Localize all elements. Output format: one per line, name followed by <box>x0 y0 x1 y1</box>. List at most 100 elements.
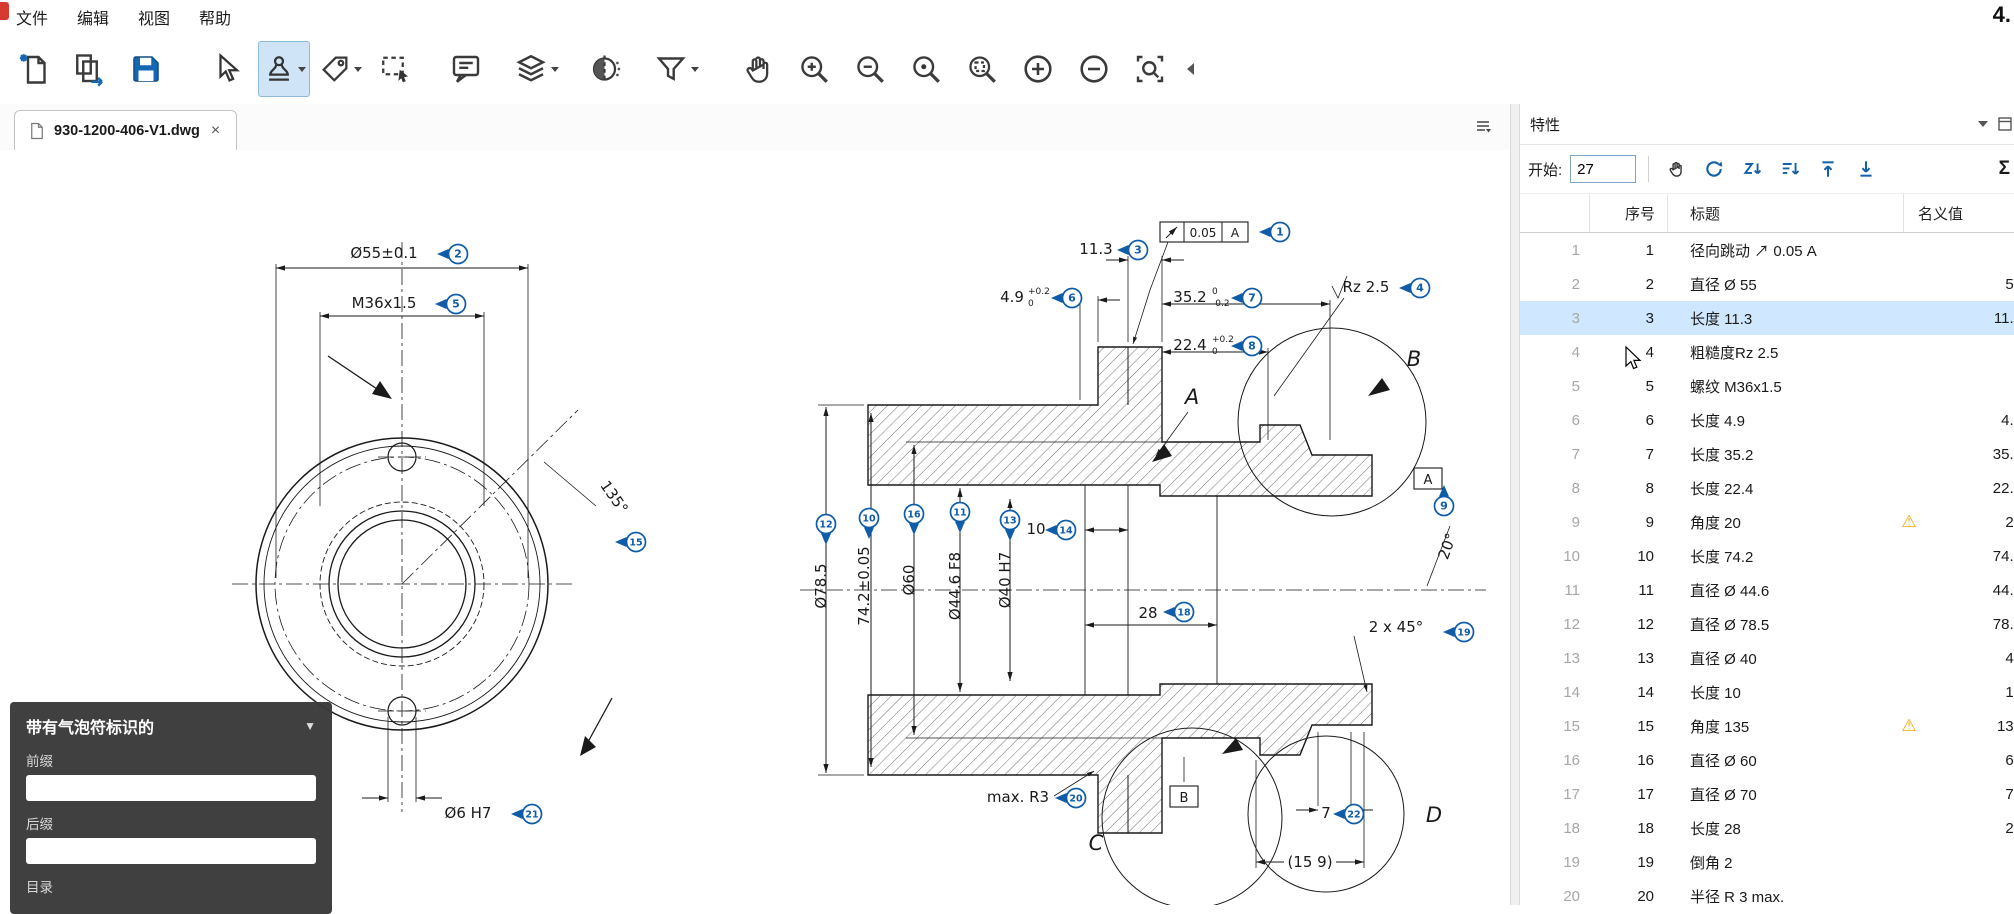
row-number: 7 <box>1590 446 1668 463</box>
pan-hand-small-button[interactable] <box>1661 154 1691 184</box>
prefix-input[interactable] <box>26 775 316 801</box>
document-tab[interactable]: 930-1200-406-V1.dwg × <box>14 110 237 151</box>
row-title: 长度 10 <box>1668 682 1894 703</box>
suffix-input[interactable] <box>26 838 316 864</box>
table-row[interactable]: 7 7 长度 35.2 ⚠ 35.2 <box>1520 437 2014 471</box>
mirror-compare-button[interactable] <box>580 41 632 97</box>
balloon-13[interactable]: 13 <box>1001 511 1020 542</box>
new-document-button[interactable] <box>8 41 60 97</box>
table-row[interactable]: 10 10 长度 74.2 ⚠ 74.2 <box>1520 539 2014 573</box>
menu-help[interactable]: 帮助 <box>199 1 246 33</box>
zoom-in-button[interactable] <box>788 41 840 97</box>
balloon-18[interactable]: 18 <box>1163 603 1194 622</box>
increase-button[interactable] <box>1012 41 1064 97</box>
balloon-4[interactable]: 4 <box>1399 279 1430 298</box>
drawing-canvas[interactable]: Ø55±0.1M36x1.5135°Ø6 H711.34.9+0.2035.20… <box>0 150 1510 905</box>
pan-hand-button[interactable] <box>732 41 784 97</box>
table-row[interactable]: 17 17 直径 Ø 70 ⚠ 70 <box>1520 777 2014 811</box>
dimension-text: 35.2 <box>1173 288 1206 306</box>
table-row[interactable]: 15 15 角度 135 ⚠ 135 <box>1520 709 2014 743</box>
balloon-6[interactable]: 6 <box>1051 289 1082 308</box>
balloon-1[interactable]: 1 <box>1259 223 1290 242</box>
balloon-16[interactable]: 16 <box>905 505 924 536</box>
layers-button[interactable] <box>510 41 562 97</box>
balloon-2[interactable]: 2 <box>437 245 468 264</box>
save-button[interactable] <box>120 41 172 97</box>
row-index: 14 <box>1520 684 1590 701</box>
comment-button[interactable] <box>440 41 492 97</box>
table-row[interactable]: 9 9 角度 20 ⚠ 20 <box>1520 505 2014 539</box>
table-row[interactable]: 14 14 长度 10 ⚠ 10 <box>1520 675 2014 709</box>
tab-close-button[interactable]: × <box>209 122 222 140</box>
zoom-window-button[interactable] <box>956 41 1008 97</box>
balloon-11[interactable]: 11 <box>951 503 970 534</box>
balloon-stamp-button[interactable] <box>258 41 310 97</box>
table-row[interactable]: 18 18 长度 28 ⚠ 28 <box>1520 811 2014 845</box>
table-row[interactable]: 20 20 半径 R 3 max. ⚠ <box>1520 879 2014 905</box>
tag-button[interactable] <box>314 41 366 97</box>
marquee-select-button[interactable] <box>370 41 422 97</box>
dock-icon[interactable] <box>1998 117 2012 131</box>
balloon-22[interactable]: 22 <box>1333 805 1364 824</box>
table-row[interactable]: 12 12 直径 Ø 78.5 ⚠ 78.5 <box>1520 607 2014 641</box>
table-row[interactable]: 1 1 径向跳动 ↗ 0.05 A ⚠ <box>1520 233 2014 267</box>
balloon-arrow-icon <box>1399 283 1411 293</box>
move-top-button[interactable] <box>1813 154 1843 184</box>
balloon-arrow-icon <box>1333 809 1345 819</box>
menu-edit[interactable]: 编辑 <box>77 1 124 33</box>
column-header-nominal[interactable]: 名义值 <box>1903 194 1963 232</box>
row-title: 直径 Ø 60 <box>1668 750 1894 771</box>
balloon-12[interactable]: 12 <box>817 515 836 546</box>
balloon-10[interactable]: 10 <box>860 509 879 540</box>
row-number: 11 <box>1590 582 1668 599</box>
row-index: 8 <box>1520 480 1590 497</box>
table-row[interactable]: 2 2 直径 Ø 55 ⚠ 55 <box>1520 267 2014 301</box>
balloon-20[interactable]: 20 <box>1055 789 1086 808</box>
panel-splitter[interactable] <box>1510 104 1520 905</box>
select-arrow-button[interactable] <box>202 41 254 97</box>
balloon-9[interactable]: 9 <box>1435 485 1454 516</box>
table-row[interactable]: 13 13 直径 Ø 40 ⚠ 40 <box>1520 641 2014 675</box>
chevron-down-icon[interactable] <box>1978 120 1988 128</box>
start-number-input[interactable] <box>1570 155 1636 183</box>
open-document-button[interactable] <box>64 41 116 97</box>
svg-text:10: 10 <box>862 514 876 525</box>
sort-list-button[interactable] <box>1775 154 1805 184</box>
chevron-down-icon[interactable]: ▼ <box>304 719 316 733</box>
menu-file[interactable]: 文件 <box>16 1 63 33</box>
zoom-out-button[interactable] <box>844 41 896 97</box>
row-title: 长度 28 <box>1668 818 1894 839</box>
table-row[interactable]: 16 16 直径 Ø 60 ⚠ 60 <box>1520 743 2014 777</box>
dimension-text: 22.4 <box>1173 336 1206 354</box>
toolbar-collapse-button[interactable] <box>1180 41 1202 97</box>
balloon-3[interactable]: 3 <box>1117 241 1148 260</box>
table-row[interactable]: 19 19 倒角 2 ⚠ 2 <box>1520 845 2014 879</box>
sum-symbol[interactable]: Σ <box>1999 158 2010 180</box>
balloon-21[interactable]: 21 <box>511 805 542 824</box>
balloon-19[interactable]: 19 <box>1443 623 1474 642</box>
balloon-5[interactable]: 5 <box>435 295 466 314</box>
table-row[interactable]: 5 5 螺纹 M36x1.5 ⚠ <box>1520 369 2014 403</box>
zoom-point-button[interactable] <box>900 41 952 97</box>
renumber-refresh-button[interactable] <box>1699 154 1729 184</box>
menu-view[interactable]: 视图 <box>138 1 185 33</box>
row-title: 长度 22.4 <box>1668 478 1894 499</box>
balloon-14[interactable]: 14 <box>1045 521 1076 540</box>
balloon-8[interactable]: 8 <box>1231 337 1262 356</box>
table-row[interactable]: 3 3 长度 11.3 ⚠ 11.3 <box>1520 301 2014 335</box>
table-row[interactable]: 11 11 直径 Ø 44.6 ⚠ 44.6 <box>1520 573 2014 607</box>
filter-button[interactable] <box>650 41 702 97</box>
svg-text:7: 7 <box>1248 292 1256 305</box>
table-row[interactable]: 8 8 长度 22.4 ⚠ 22.4 <box>1520 471 2014 505</box>
sort-z-button[interactable] <box>1737 154 1767 184</box>
tab-list-button[interactable] <box>1474 117 1492 140</box>
column-header-number[interactable]: 序号 <box>1590 194 1668 232</box>
decrease-button[interactable] <box>1068 41 1120 97</box>
balloon-7[interactable]: 7 <box>1231 289 1262 308</box>
move-bottom-button[interactable] <box>1851 154 1881 184</box>
zoom-extents-button[interactable] <box>1124 41 1176 97</box>
balloon-15[interactable]: 15 <box>615 533 646 552</box>
dimension-text: 2 x 45° <box>1369 618 1424 636</box>
table-row[interactable]: 6 6 长度 4.9 ⚠ 4.9 <box>1520 403 2014 437</box>
table-row[interactable]: 4 4 粗糙度Rz 2.5 ⚠ <box>1520 335 2014 369</box>
